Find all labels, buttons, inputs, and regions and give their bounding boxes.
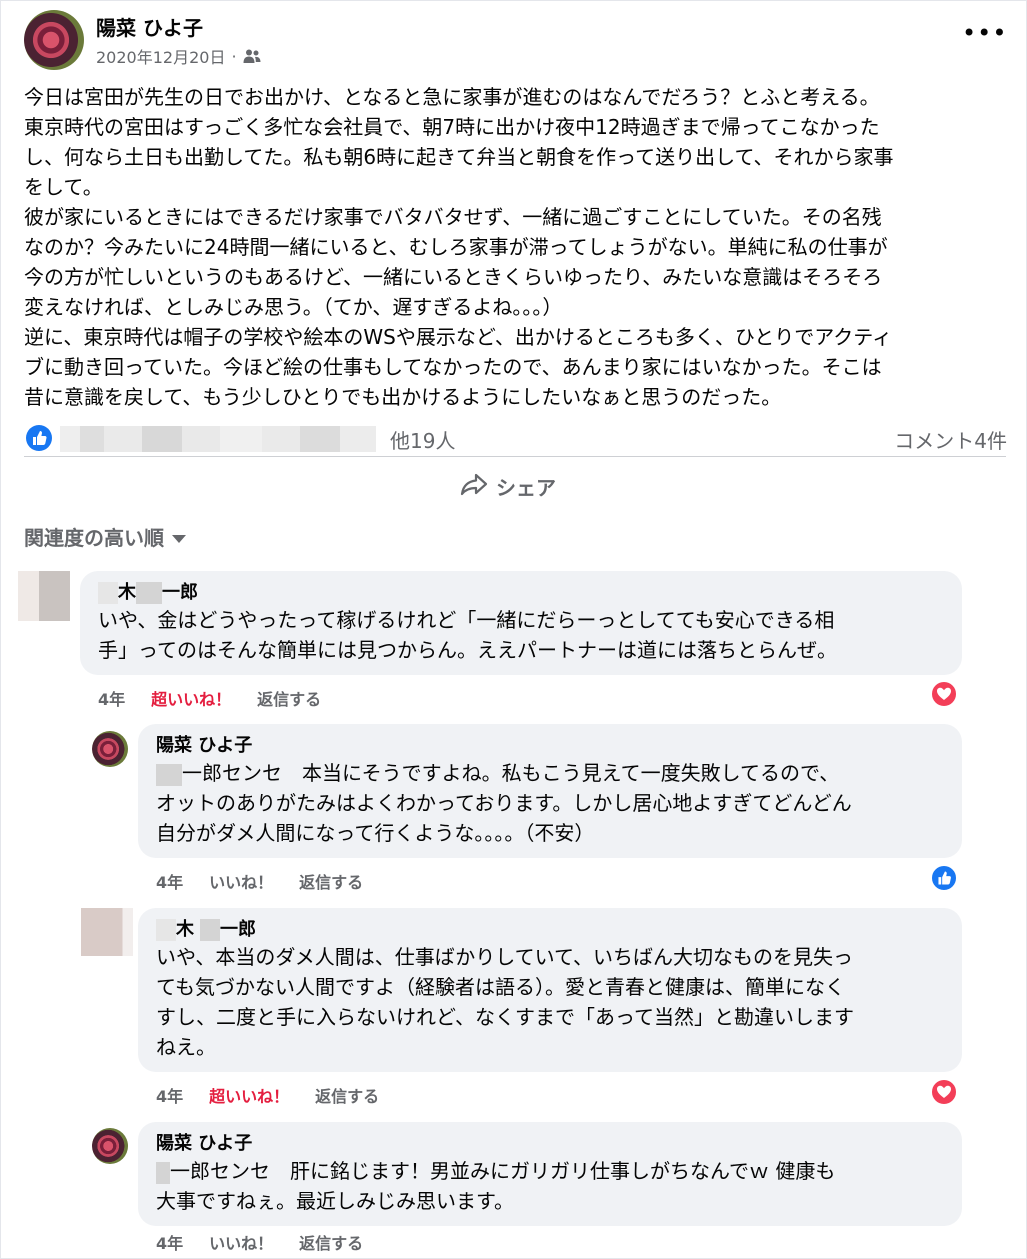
comment-actions: 4年 超いいね！ 返信する bbox=[156, 1083, 379, 1107]
more-options-button[interactable]: ••• bbox=[962, 21, 1006, 54]
meta-separator: · bbox=[231, 46, 237, 66]
dropdown-triangle-icon bbox=[172, 534, 186, 543]
post-line: 彼が家にいるときにはできるだけ家事でバタバタせず、一緒に過ごすことにしていた。そ… bbox=[24, 205, 882, 229]
commenter-name[interactable]: 陽菜 ひよ子 bbox=[156, 1132, 946, 1156]
post-line: 変えなければ、としみじみ思う。（てか、遅すぎるよね。。。） bbox=[24, 295, 563, 319]
post-body: 今日は宮田が先生の日でお出かけ、となると急に家事が進むのはなんでだろう？とふと考… bbox=[24, 82, 1009, 412]
comment-text: 自分がダメ人間になって行くような。。。。（不安） bbox=[156, 821, 595, 845]
comment-text: すし、二度と手に入らないけれど、なくすまで「あって当然」と勘違いします bbox=[156, 1005, 854, 1029]
commenter-avatar[interactable] bbox=[92, 731, 128, 767]
reaction-others-count[interactable]: 他19人 bbox=[390, 425, 455, 454]
comment-time[interactable]: 4年 bbox=[156, 1230, 183, 1254]
comment-text: オットのありがたみはよくわかっております。しかし居心地よすぎてどんどん bbox=[156, 791, 852, 815]
post-date[interactable]: 2020年12月20日 bbox=[96, 44, 225, 68]
post-line: 今の方が忙しいというのもあるけど、一緒にいるときくらいゆったり、みたいな意識はそ… bbox=[24, 265, 883, 289]
comment-text: 一郎センセ 本当にそうですよね。私もこう見えて一度失敗してるので、 bbox=[156, 758, 946, 788]
reactor-names-blurred[interactable] bbox=[60, 426, 376, 452]
like-icon[interactable] bbox=[930, 864, 958, 892]
post-line: 昔に意識を戻して、もう少しひとりでも出かけるようにしたいなぁと思うのだった。 bbox=[24, 385, 782, 409]
reply-button[interactable]: 返信する bbox=[257, 686, 321, 710]
reactions-row: 他19人 コメント4件 bbox=[24, 423, 1009, 453]
comment-actions: 4年 いいね！ 返信する bbox=[156, 869, 363, 893]
post-line: なのか？今みたいに24時間一緒にいると、むしろ家事が滞ってしょうがない。単純に私… bbox=[24, 235, 888, 259]
comment-time[interactable]: 4年 bbox=[156, 1083, 183, 1107]
post-line: し、何なら土日も出勤してた。私も朝6時に起きて弁当と朝食を作って送り出して、それ… bbox=[24, 145, 894, 169]
commenter-avatar[interactable] bbox=[92, 1128, 128, 1164]
comment-text: ねえ。 bbox=[156, 1035, 216, 1059]
comment-time[interactable]: 4年 bbox=[156, 869, 183, 893]
react-button[interactable]: 超いいね！ bbox=[151, 686, 231, 710]
post-line: をして。 bbox=[24, 175, 103, 199]
author-avatar[interactable] bbox=[24, 10, 84, 70]
comment-text: ても気づかない人間ですよ（経験者は語る）。愛と青春と健康は、簡単になく bbox=[156, 975, 845, 999]
react-button[interactable]: 超いいね！ bbox=[209, 1083, 289, 1107]
reply-button[interactable]: 返信する bbox=[315, 1083, 379, 1107]
comment-actions: 4年 いいね！ 返信する bbox=[156, 1230, 363, 1254]
commenter-avatar[interactable] bbox=[18, 571, 70, 621]
comment-bubble: 陽菜 ひよ子 一郎センセ 本当にそうですよね。私もこう見えて一度失敗してるので、… bbox=[138, 724, 962, 858]
share-label: シェア bbox=[496, 475, 556, 500]
post-line: 東京時代の宮田はすっごく多忙な会社員で、朝7時に出かけ夜中12時過ぎまで帰ってこ… bbox=[24, 115, 880, 139]
comment-actions: 4年 超いいね！ 返信する bbox=[98, 686, 321, 710]
post-author-name[interactable]: 陽菜 ひよ子 bbox=[96, 12, 203, 41]
react-button[interactable]: いいね！ bbox=[209, 869, 273, 893]
like-icon[interactable] bbox=[26, 425, 52, 451]
comment-text: いや、金はどうやったって稼げるけれど「一緒にだらーっとしてても安心できる相 bbox=[98, 608, 835, 632]
comment-bubble: 陽菜 ひよ子 一郎センセ 肝に銘じます！男並みにガリガリ仕事しがちなんでｗ 健康… bbox=[138, 1122, 962, 1226]
share-button[interactable]: シェア bbox=[460, 470, 556, 502]
friends-icon[interactable] bbox=[243, 48, 261, 64]
commenter-avatar[interactable] bbox=[81, 908, 133, 956]
commenter-name[interactable]: 木一郎 bbox=[156, 918, 946, 942]
comment-text: 大事ですねぇ。最近しみじみ思います。 bbox=[156, 1189, 514, 1213]
love-icon[interactable] bbox=[930, 1078, 958, 1106]
comment-count[interactable]: コメント4件 bbox=[894, 425, 1007, 454]
love-icon[interactable] bbox=[930, 680, 958, 708]
commenter-name[interactable]: 陽菜 ひよ子 bbox=[156, 734, 946, 758]
post-line: ブに動き回っていた。今ほど絵の仕事もしてなかったので、あんまり家にはいなかった。… bbox=[24, 355, 882, 379]
reply-button[interactable]: 返信する bbox=[299, 1230, 363, 1254]
comment-sort-dropdown[interactable]: 関連度の高い順 bbox=[24, 522, 186, 551]
comment-time[interactable]: 4年 bbox=[98, 686, 125, 710]
comment-bubble: 木一郎 いや、金はどうやったって稼げるけれど「一緒にだらーっとしてても安心できる… bbox=[80, 571, 962, 675]
reply-button[interactable]: 返信する bbox=[299, 869, 363, 893]
divider bbox=[24, 456, 1006, 457]
post-line: 今日は宮田が先生の日でお出かけ、となると急に家事が進むのはなんでだろう？とふと考… bbox=[24, 85, 880, 109]
comment-text: 一郎センセ 肝に銘じます！男並みにガリガリ仕事しがちなんでｗ 健康も bbox=[156, 1156, 946, 1186]
sort-label: 関連度の高い順 bbox=[24, 526, 164, 550]
comment-text: 手」ってのはそんな簡単には見つからん。ええパートナーは道には落ちとらんぜ。 bbox=[98, 638, 837, 662]
post-line: 逆に、東京時代は帽子の学校や絵本のWSや展示など、出かけるところも多く、ひとりで… bbox=[24, 325, 893, 349]
comment-bubble: 木一郎 いや、本当のダメ人間は、仕事ばかりしていて、いちばん大切なものを見失っ … bbox=[138, 908, 962, 1072]
share-icon bbox=[460, 472, 488, 501]
post-meta: 2020年12月20日 · bbox=[96, 44, 261, 68]
react-button[interactable]: いいね！ bbox=[209, 1230, 273, 1254]
comment-text: いや、本当のダメ人間は、仕事ばかりしていて、いちばん大切なものを見失っ bbox=[156, 945, 853, 969]
commenter-name[interactable]: 木一郎 bbox=[98, 581, 946, 605]
